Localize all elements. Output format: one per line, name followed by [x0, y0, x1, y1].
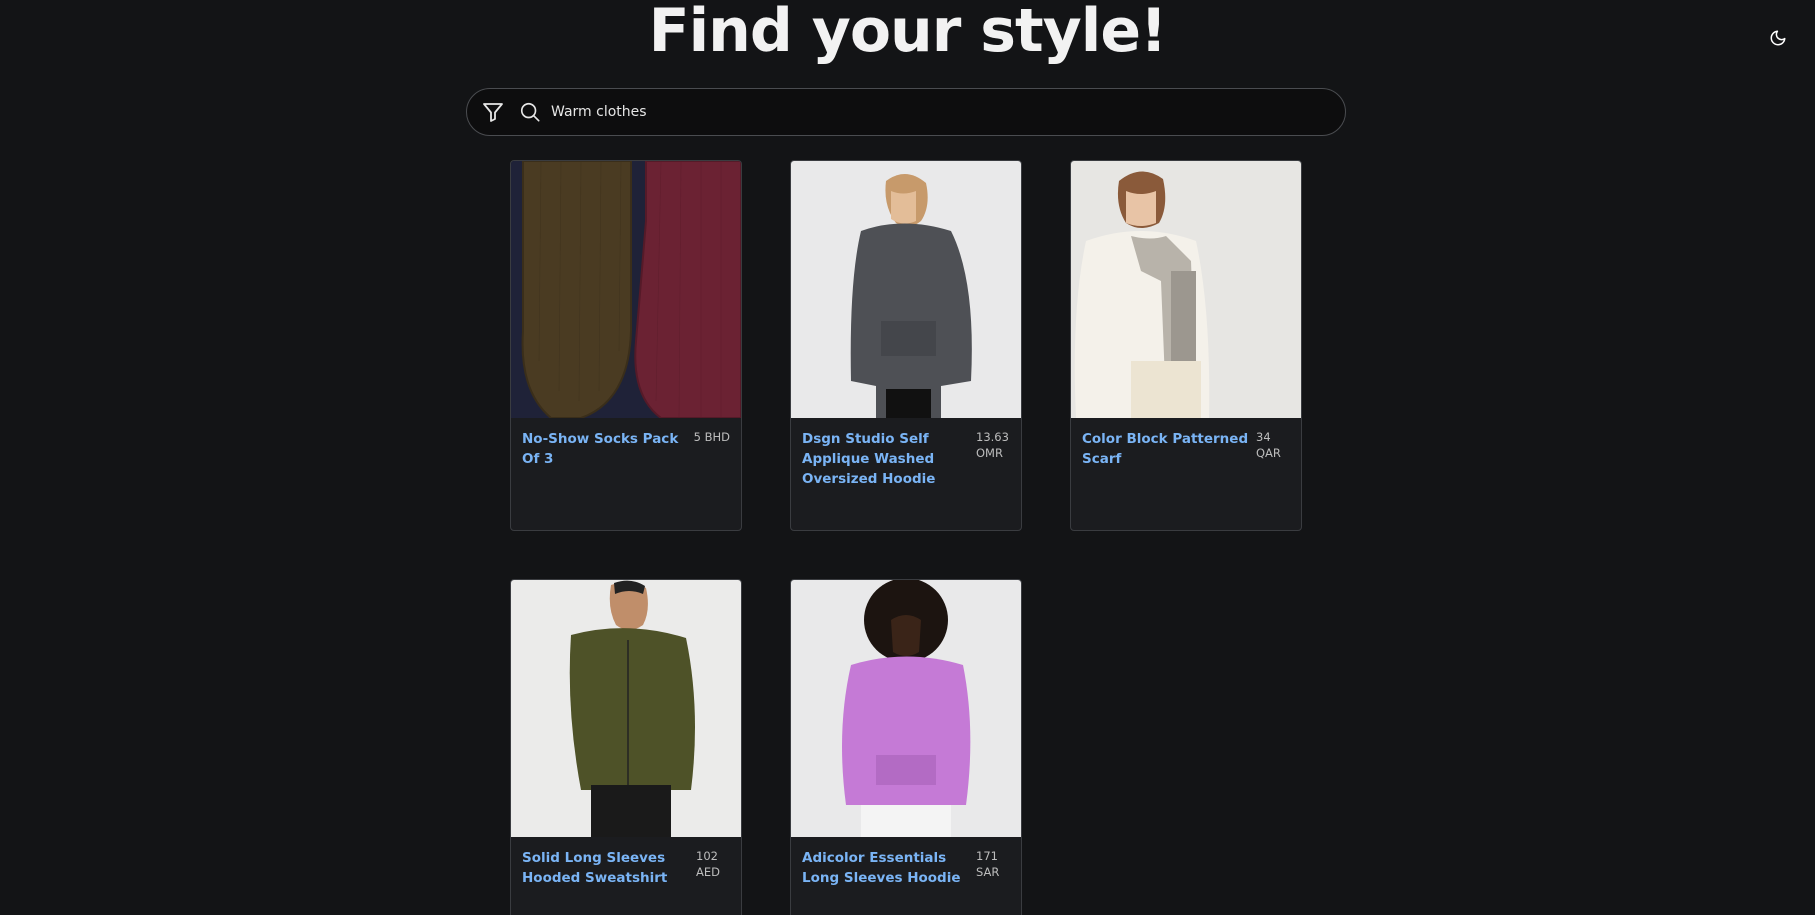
product-price: 5 BHD: [693, 430, 730, 444]
product-info: Color Block Patterned Scarf 34 QAR: [1071, 418, 1301, 469]
product-name-link[interactable]: Color Block Patterned Scarf: [1082, 429, 1252, 469]
product-info: Dsgn Studio Self Applique Washed Oversiz…: [791, 418, 1021, 489]
moon-icon: [1770, 30, 1786, 46]
filter-button[interactable]: [479, 98, 507, 126]
product-image: [511, 580, 741, 837]
product-name-link[interactable]: No-Show Socks Pack Of 3: [522, 429, 690, 469]
page-title: Find your style!: [648, 0, 1168, 66]
product-info: Solid Long Sleeves Hooded Sweatshirt 102…: [511, 837, 741, 888]
theme-toggle-button[interactable]: [1764, 24, 1792, 52]
product-name-link[interactable]: Solid Long Sleeves Hooded Sweatshirt: [522, 848, 692, 888]
search-input[interactable]: [551, 89, 1345, 135]
product-image: [1071, 161, 1301, 418]
product-info: Adicolor Essentials Long Sleeves Hoodie …: [791, 837, 1021, 888]
search-bar: [466, 88, 1346, 136]
product-name-link[interactable]: Dsgn Studio Self Applique Washed Oversiz…: [802, 429, 972, 489]
product-card[interactable]: Adicolor Essentials Long Sleeves Hoodie …: [790, 579, 1022, 915]
search-icon: [517, 99, 543, 125]
product-card[interactable]: No-Show Socks Pack Of 3 5 BHD: [510, 160, 742, 531]
product-price: 34 QAR: [1256, 430, 1281, 460]
product-card[interactable]: Solid Long Sleeves Hooded Sweatshirt 102…: [510, 579, 742, 915]
product-image: [511, 161, 741, 418]
product-image: [791, 580, 1021, 837]
product-price: 171 SAR: [976, 849, 1000, 879]
product-image: [791, 161, 1021, 418]
product-grid: No-Show Socks Pack Of 3 5 BHD Dsgn Studi…: [510, 160, 1302, 915]
product-name-link[interactable]: Adicolor Essentials Long Sleeves Hoodie: [802, 848, 972, 888]
product-price: 13.63 OMR: [976, 430, 1009, 460]
filter-icon: [483, 103, 503, 122]
product-info: No-Show Socks Pack Of 3 5 BHD: [511, 418, 741, 469]
product-card[interactable]: Color Block Patterned Scarf 34 QAR: [1070, 160, 1302, 531]
page: Find your style! Warm clothes No-Show So…: [0, 0, 1815, 915]
product-card[interactable]: Dsgn Studio Self Applique Washed Oversiz…: [790, 160, 1022, 531]
product-price: 102 AED: [696, 849, 720, 879]
